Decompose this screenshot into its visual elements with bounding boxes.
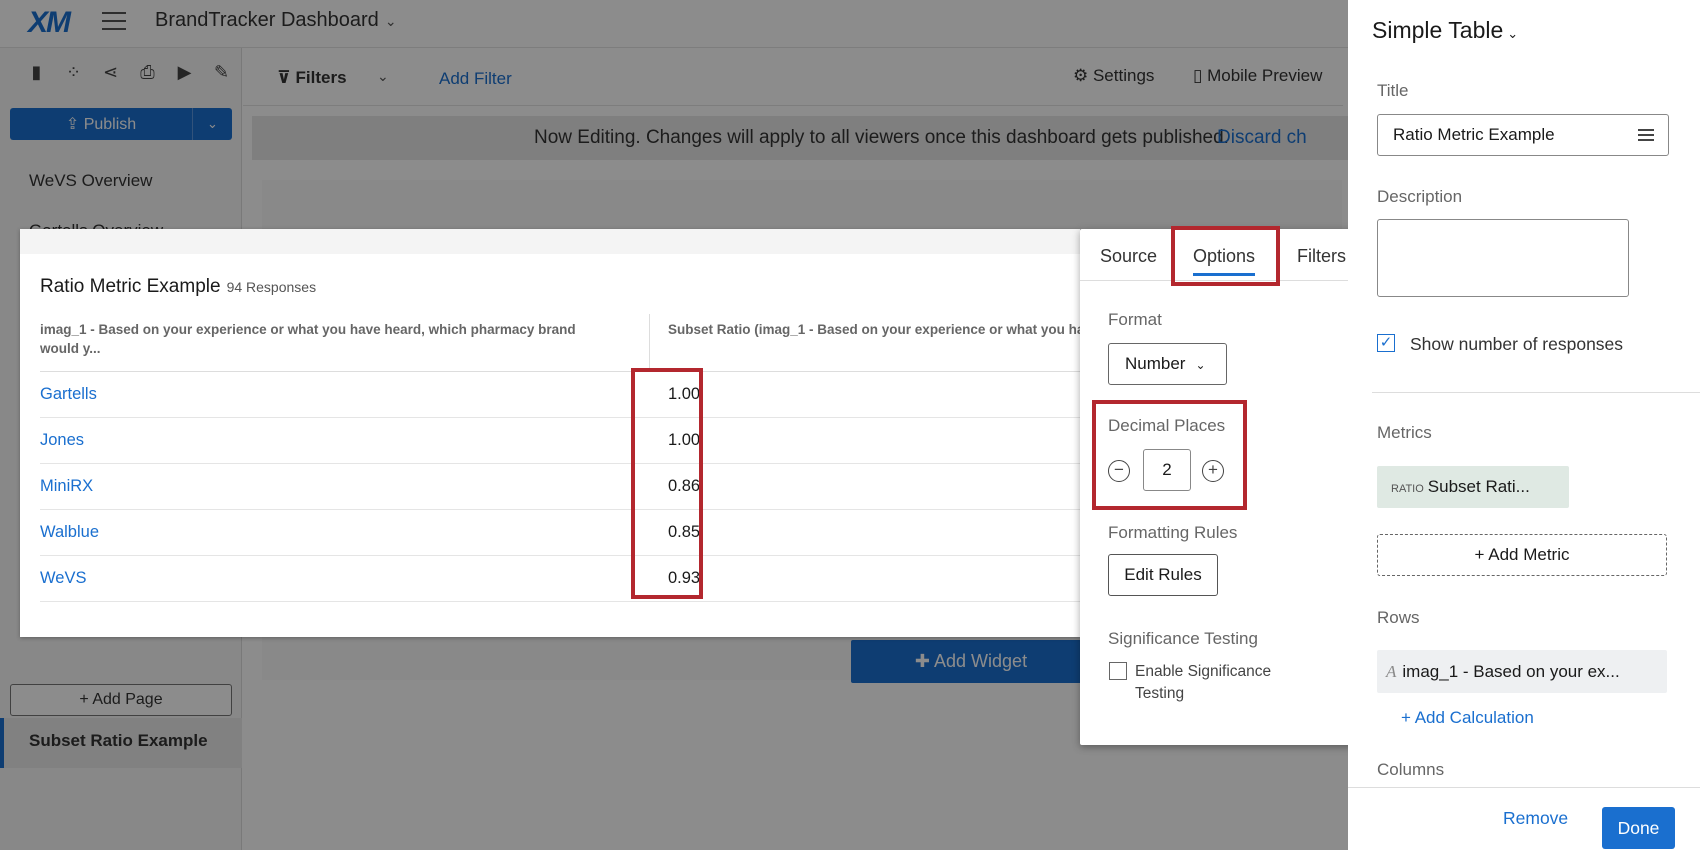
significance-checkbox[interactable] [1109,662,1127,680]
edit-rules-button[interactable]: Edit Rules [1108,554,1218,596]
options-tab-highlight [1171,226,1280,286]
table-row: MiniRX 0.86 [40,464,1080,510]
row-value: 0.86 [668,477,701,495]
table-widget: Ratio Metric Example 94 Responses imag_1 … [20,229,1080,637]
metric-item[interactable]: RATIO Subset Rati... [1377,466,1569,508]
row-value: 1.00 [668,431,701,449]
column-header-subset-ratio: Subset Ratio (imag_1 - Based on your exp… [668,322,1080,337]
row-value: 0.93 [668,569,701,587]
add-metric-button[interactable]: + Add Metric [1377,534,1667,576]
done-button[interactable]: Done [1602,807,1675,849]
row-value: 0.85 [668,523,701,541]
row-label[interactable]: Jones [40,431,650,450]
metrics-label: Metrics [1377,423,1432,442]
row-label[interactable]: Walblue [40,523,650,542]
decimal-places-highlight [1092,400,1247,510]
format-value: Number [1125,354,1186,373]
rows-label: Rows [1377,608,1420,627]
format-select[interactable]: Number ⌄ [1108,343,1227,385]
show-responses-checkbox[interactable]: ✓ [1377,334,1395,352]
metric-name: Subset Rati... [1427,477,1530,496]
add-metric-label: Add Metric [1488,545,1570,564]
value-column-highlight [631,368,703,599]
text-field-icon: A [1386,662,1397,681]
remove-link[interactable]: Remove [1503,808,1568,829]
format-label: Format [1108,310,1162,329]
row-item[interactable]: Aimag_1 - Based on your ex... [1377,650,1667,693]
row-label[interactable]: MiniRX [40,477,650,496]
description-label: Description [1377,187,1463,206]
row-label[interactable]: Gartells [40,385,650,404]
widget-type-dropdown[interactable]: Simple Table ⌄ [1372,17,1518,44]
description-textarea[interactable] [1377,219,1629,297]
row-value: 1.00 [668,385,701,403]
add-calculation-link[interactable]: + Add Calculation [1401,708,1534,728]
chevron-down-icon: ⌄ [1195,358,1206,372]
formatting-rules-label: Formatting Rules [1108,523,1238,542]
widget-title-text: Ratio Metric Example [40,276,221,297]
title-input-value: Ratio Metric Example [1393,125,1555,144]
show-responses-label: Show number of responses [1410,334,1624,354]
row-label[interactable]: WeVS [40,569,650,588]
significance-testing-label: Significance Testing [1108,629,1258,648]
row-item-name: imag_1 - Based on your ex... [1402,662,1620,681]
chevron-down-icon: ⌄ [1507,26,1519,41]
response-count: 94 Responses [226,279,317,295]
table-row: WeVS 0.93 [40,556,1080,602]
table-row: Jones 1.00 [40,418,1080,464]
column-header-rows: imag_1 - Based on your experience or wha… [40,314,650,371]
text-align-icon[interactable] [1638,129,1654,144]
columns-label: Columns [1377,760,1445,779]
title-label: Title [1377,81,1409,100]
divider [1372,392,1700,393]
enable-significance-label: Enable Significance Testing [1135,663,1272,702]
table-header: imag_1 - Based on your experience or wha… [40,314,1080,372]
data-table: imag_1 - Based on your experience or wha… [40,314,1080,602]
widget-edit-panel: Simple Table ⌄ Title Ratio Metric Example… [1348,0,1700,850]
widget-type-label: Simple Table [1372,17,1504,43]
title-input[interactable]: Ratio Metric Example [1377,114,1669,156]
tab-source[interactable]: Source [1100,246,1157,267]
table-row: Walblue 0.85 [40,510,1080,556]
metric-tag: RATIO [1391,483,1424,495]
widget-title: Ratio Metric Example 94 Responses [40,276,316,298]
table-row: Gartells 1.00 [40,372,1080,418]
panel-footer: Remove Done [1348,787,1700,850]
tab-filters[interactable]: Filters [1297,246,1346,267]
